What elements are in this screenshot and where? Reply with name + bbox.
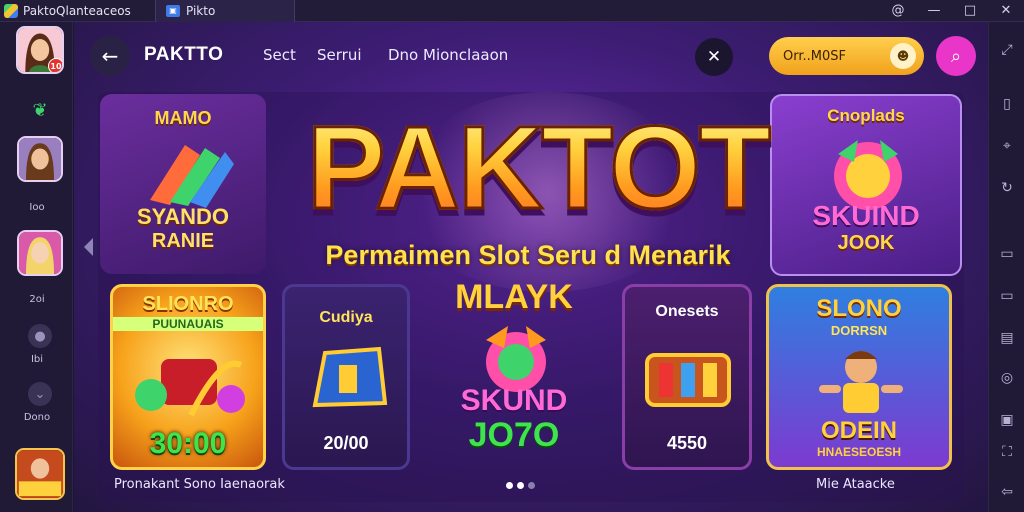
user-icon[interactable]: ● [28, 324, 52, 348]
tab-icon: ▣ [166, 4, 180, 17]
record-icon[interactable]: ◎ [997, 368, 1017, 388]
arrow-left-icon: ← [101, 44, 119, 68]
card-name: MLAYK [455, 278, 573, 316]
sidebar-label-4: Dono [23, 412, 51, 423]
hero-title: PAKTOT [218, 100, 858, 236]
sidebar-avatar-3[interactable] [17, 230, 63, 276]
game-card-4[interactable]: Onesets 4550 [622, 284, 752, 470]
search-icon: ⌕ [950, 45, 962, 67]
card-value: 4550 [666, 433, 708, 453]
app-title: PaktoQlanteaceos [0, 0, 155, 22]
panel-icon[interactable]: ▯ [997, 94, 1017, 114]
card-name: Onesets [655, 303, 719, 320]
search-pill-text: Orr..M0SF [783, 48, 846, 64]
nav-link-serrui[interactable]: Serrui [317, 46, 362, 64]
card-subtitle: PUUNAUAIS [113, 317, 263, 331]
ball-art-icon [486, 326, 546, 392]
window-icon-2[interactable]: ▭ [997, 286, 1017, 306]
close-button[interactable]: ✕ [695, 38, 733, 76]
sidebar-label-1: Ioo [29, 202, 45, 213]
left-sidebar: 10 ❦ Ioo 2oi ● Ibi ⌄ Dono [0, 22, 73, 512]
carousel-dot[interactable] [506, 482, 513, 489]
tab-label: Pikto [186, 3, 216, 18]
card-value: ODEIN [820, 417, 897, 444]
card-name: SLONO [816, 295, 902, 322]
card-subtitle: DORRSN [830, 323, 888, 338]
avatar-portrait-icon [19, 138, 61, 180]
rotate-icon[interactable]: ↻ [997, 178, 1017, 198]
card-name: SLIONRO [142, 293, 234, 315]
back-button[interactable]: ← [90, 36, 130, 76]
slot-reel-icon [645, 353, 731, 407]
game-card-2[interactable]: Cudiya 20/00 [282, 284, 410, 470]
close-icon: ✕ [706, 47, 722, 67]
card-value-2: HNAESEOESH [816, 445, 902, 459]
sidebar-game-thumb[interactable] [15, 448, 65, 500]
main-content: ← PAKTTO Sect Serrui Dno Mionclaaon ✕ Or… [74, 22, 988, 512]
close-window-button[interactable]: ✕ [988, 0, 1024, 22]
sidebar-avatar-1[interactable]: 10 [16, 26, 64, 74]
right-toolbar: ⤢ ▯ ⌖ ↻ ▭ ▭ ▤ ◎ ▣ ⛶ ⇦ [988, 22, 1024, 512]
notification-badge: 10 [48, 58, 62, 72]
card-art-text-1: SKUND [460, 384, 568, 417]
avatar-portrait-icon [19, 232, 61, 274]
maximize-button[interactable]: □ [952, 0, 988, 22]
window-titlebar: PaktoQlanteaceos ▣ Pikto @ — □ ✕ [0, 0, 1024, 22]
card-value: 30:00 [149, 427, 227, 460]
minimize-button[interactable]: — [916, 0, 952, 22]
tab-pikto[interactable]: ▣ Pikto [155, 0, 295, 22]
game-card-3[interactable]: MLAYK SKUND JO7O [428, 278, 600, 474]
character-art-icon [819, 351, 903, 413]
game-card-5[interactable]: SLONO DORRSN ODEIN HNAESEOESH [766, 284, 952, 470]
footer-caption-left: Pronakant Sono Iaenaorak [114, 477, 285, 492]
account-icon[interactable]: @ [880, 0, 916, 22]
back-icon[interactable]: ⇦ [997, 482, 1017, 502]
carousel-dot[interactable] [517, 482, 524, 489]
sidebar-avatar-2[interactable] [17, 136, 63, 182]
window-icon[interactable]: ▭ [997, 244, 1017, 264]
carousel-dot[interactable] [528, 482, 535, 489]
cursor-icon[interactable]: ⌖ [997, 136, 1017, 156]
sidebar-label-3: Ibi [30, 354, 44, 365]
card-value: 20/00 [323, 433, 369, 453]
hero-subtitle: Permaimen Slot Seru d Menarik [325, 240, 731, 270]
nav-link-dno[interactable]: Dno Mionclaaon [388, 46, 508, 64]
search-button[interactable]: ⌕ [936, 36, 976, 76]
sidebar-icon[interactable]: ▤ [997, 328, 1017, 348]
brand-title: PAKTTO [144, 44, 224, 65]
fullscreen-icon[interactable]: ⛶ [997, 442, 1017, 462]
promo-stage: MAMO SYANDO RANIE Cnoplads SKUIND JOOK P… [98, 92, 964, 502]
app-name: PaktoQlanteaceos [23, 3, 131, 18]
game-card-1[interactable]: SLIONRO PUUNAUAIS 30:00 [110, 284, 266, 470]
camera-icon[interactable]: ▣ [997, 410, 1017, 430]
chevron-down-icon[interactable]: ⌄ [28, 382, 52, 406]
emoji-icon: ☻ [890, 43, 916, 69]
app-logo-icon [4, 3, 18, 18]
game-thumbnail-icon [17, 450, 63, 498]
card-art-text-2: JO7O [468, 416, 560, 454]
fruit-art-icon [135, 359, 245, 417]
nav-link-sect[interactable]: Sect [263, 46, 296, 64]
card-name: Cudiya [319, 309, 373, 326]
footer-caption-right: Mie Ataacke [816, 477, 895, 492]
carousel-dots [506, 482, 535, 489]
app-header: ← PAKTTO Sect Serrui Dno Mionclaaon ✕ Or… [74, 22, 988, 88]
sidebar-label-2: 2oi [29, 294, 45, 305]
expand-icon[interactable]: ⤢ [997, 40, 1017, 60]
search-pill[interactable]: Orr..M0SF ☻ [769, 37, 924, 75]
leaf-icon[interactable]: ❦ [28, 98, 52, 122]
treasure-chest-icon [312, 346, 388, 408]
chevron-left-icon[interactable] [84, 238, 93, 256]
